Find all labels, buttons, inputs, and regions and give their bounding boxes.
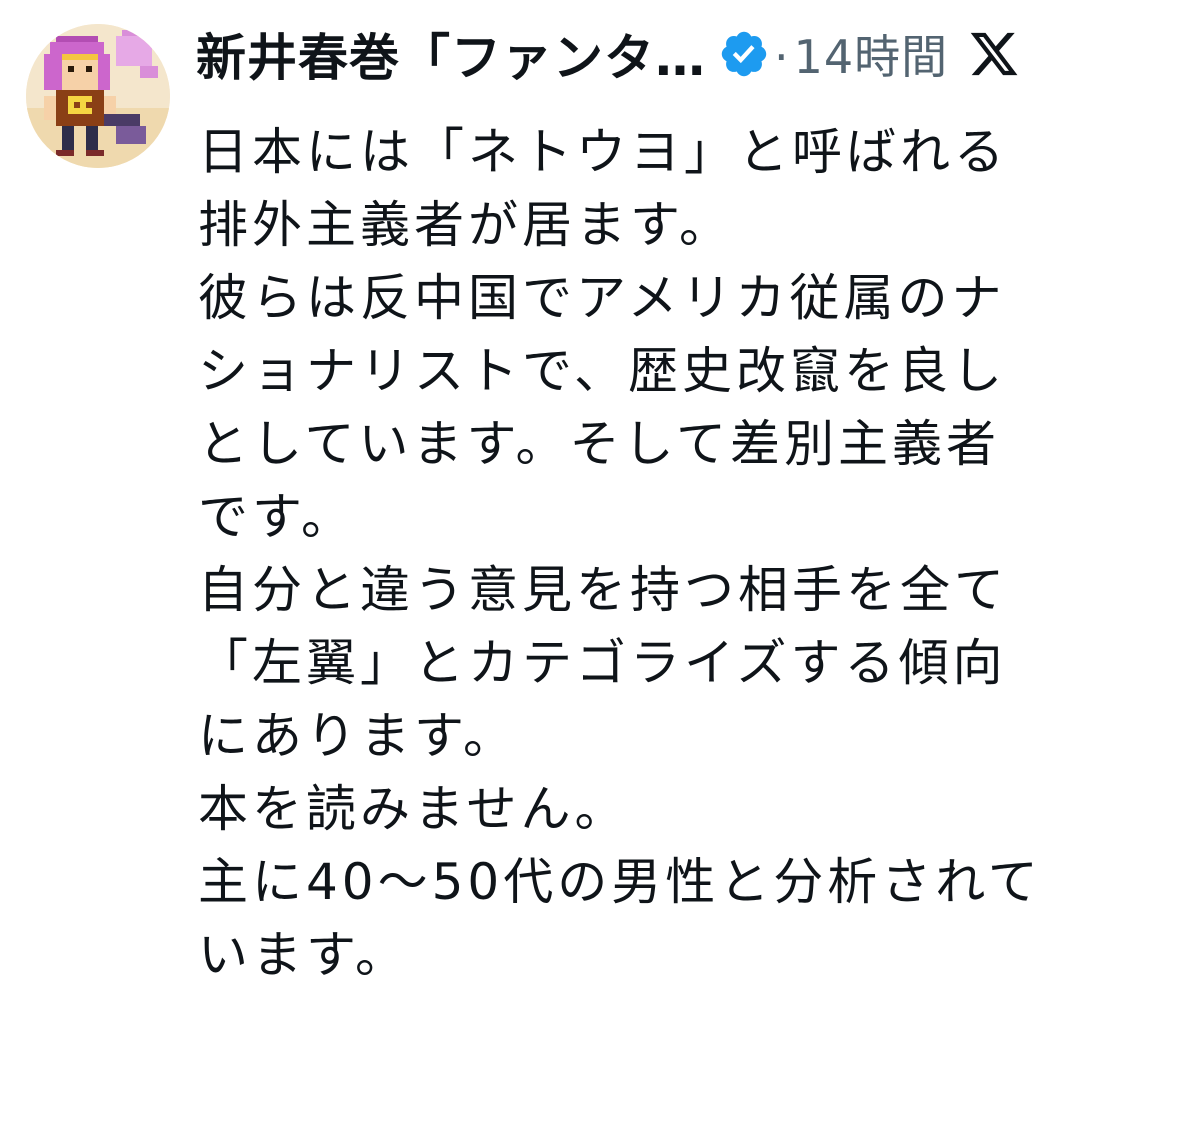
verified-badge-icon[interactable] — [718, 28, 770, 80]
tweet-timestamp[interactable]: 14時間 — [794, 30, 949, 84]
tweet-text-line: 彼らは反中国でアメリカ従属のナ — [198, 269, 1006, 327]
tweet-text-line: 主に40～50代の男性と分析されて — [198, 853, 1042, 911]
tweet-text-line: ショナリストで、歴史改竄を良し — [198, 342, 1006, 400]
tweet-text-line: にあります。 — [198, 707, 517, 765]
tweet-text-line: 排外主義者が居ます。 — [198, 196, 733, 254]
tweet-text-line: 日本には「ネトウヨ」と呼ばれる — [198, 123, 1008, 181]
tweet-text-line: としています。そして差別主義者 — [198, 415, 1000, 473]
tweet-body: 日本には「ネトウヨ」と呼ばれる 排外主義者が居ます。 彼らは反中国でアメリカ従属… — [198, 116, 1188, 992]
author-display-name[interactable]: 新井春巻「ファンタ… — [196, 18, 706, 90]
tweet-header: 新井春巻「ファンタ… ·14時間 — [196, 14, 1188, 94]
tweet-text-line: 本を読みません。 — [198, 780, 629, 838]
meta-separator: · — [774, 30, 790, 84]
tweet-text-line: です。 — [198, 488, 355, 546]
author-avatar[interactable] — [26, 24, 170, 168]
x-logo-icon[interactable] — [968, 28, 1020, 80]
tweet-text-line: います。 — [198, 926, 409, 984]
tweet-text-line: 「左翼」とカテゴライズする傾向 — [198, 634, 1007, 692]
tweet-meta: ·14時間 — [774, 21, 948, 87]
pixel-art-character-avatar-icon — [26, 24, 170, 168]
tweet-text-line: 自分と違う意見を持つ相手を全て — [198, 561, 1008, 619]
